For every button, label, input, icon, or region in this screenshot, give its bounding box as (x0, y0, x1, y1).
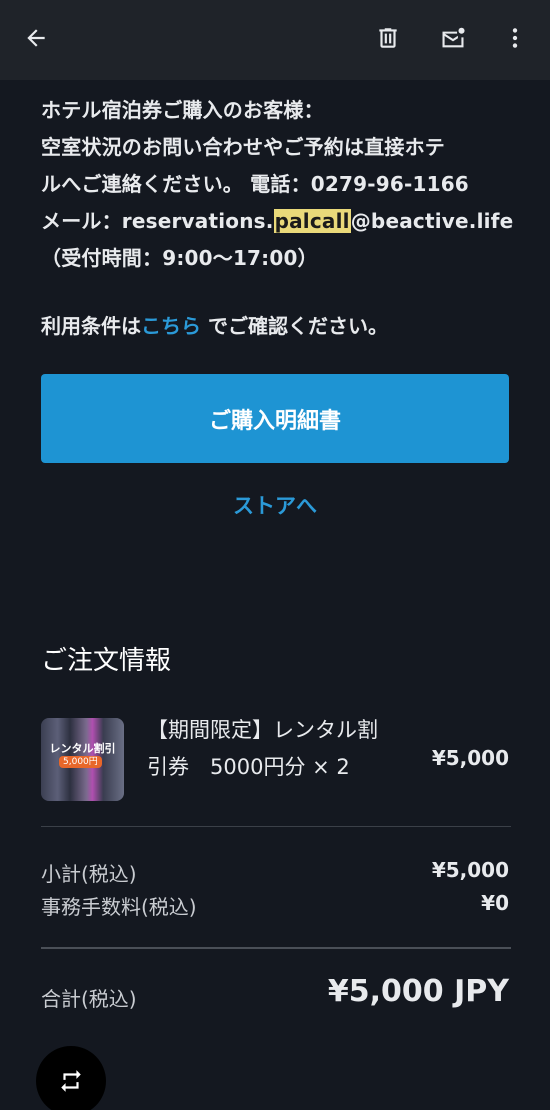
delete-button[interactable] (364, 14, 412, 62)
subtotal-label: 小計(税込) (41, 862, 137, 886)
mark-unread-button[interactable] (429, 14, 477, 62)
notice-email-line: メール：reservations.palcall@beactive.life (41, 203, 521, 240)
receipt-button[interactable]: ご購入明細書 (41, 374, 509, 463)
total-value: ¥5,000 JPY (327, 974, 509, 1009)
notice-line: （受付時間：9:00〜17:00） (41, 246, 318, 270)
item-name-line: 引券 5000円分 × 2 (147, 755, 350, 779)
repeat-button[interactable] (36, 1046, 106, 1110)
email-suffix: @beactive.life (350, 209, 514, 233)
more-options-button[interactable] (491, 14, 539, 62)
fee-label: 事務手数料(税込) (41, 895, 197, 919)
item-thumbnail: レンタル割引 5,000円 (41, 718, 124, 801)
subtotal-value: ¥5,000 (431, 858, 509, 882)
repeat-icon (61, 1070, 81, 1092)
total-label: 合計(税込) (41, 987, 137, 1011)
hotel-notice: ホテル宿泊券ご購入のお客様： 空室状況のお問い合わせやご予約は直接ホテ ルへご連… (41, 92, 521, 277)
item-price: ¥5,000 (431, 746, 509, 770)
thumbnail-badge: 5,000円 (59, 756, 102, 768)
terms-link[interactable]: こちら (141, 314, 201, 338)
divider (41, 826, 511, 827)
search-highlight: palcall (273, 209, 351, 233)
notice-line: ルへご連絡ください。 電話：0279-96-1166 (41, 172, 469, 196)
order-info-title: ご注文情報 (41, 646, 172, 676)
store-link[interactable]: ストアへ (0, 490, 550, 520)
more-vert-icon (512, 28, 518, 48)
thumbnail-label: レンタル割引 (49, 742, 116, 755)
trash-icon (379, 28, 397, 48)
notice-line: ホテル宿泊券ご購入のお客様： (41, 98, 324, 122)
item-name-line: 【期間限定】レンタル割 (147, 718, 378, 742)
arrow-left-icon (27, 29, 45, 47)
email-view: ホテル宿泊券ご購入のお客様： 空室状況のお問い合わせやご予約は直接ホテ ルへご連… (0, 0, 550, 1110)
terms-text: 利用条件はこちら でご確認ください。 (41, 310, 388, 339)
notice-line: 空室状況のお問い合わせやご予約は直接ホテ (41, 135, 445, 159)
item-name: 【期間限定】レンタル割 引券 5000円分 × 2 (147, 712, 417, 786)
mail-unread-icon (442, 27, 465, 48)
divider (41, 947, 511, 949)
top-app-bar (0, 0, 550, 80)
terms-suffix: でご確認ください。 (201, 314, 388, 338)
email-prefix: メール：reservations. (41, 209, 274, 233)
fee-value: ¥0 (481, 891, 509, 915)
terms-prefix: 利用条件は (41, 314, 141, 338)
back-button[interactable] (12, 14, 60, 62)
